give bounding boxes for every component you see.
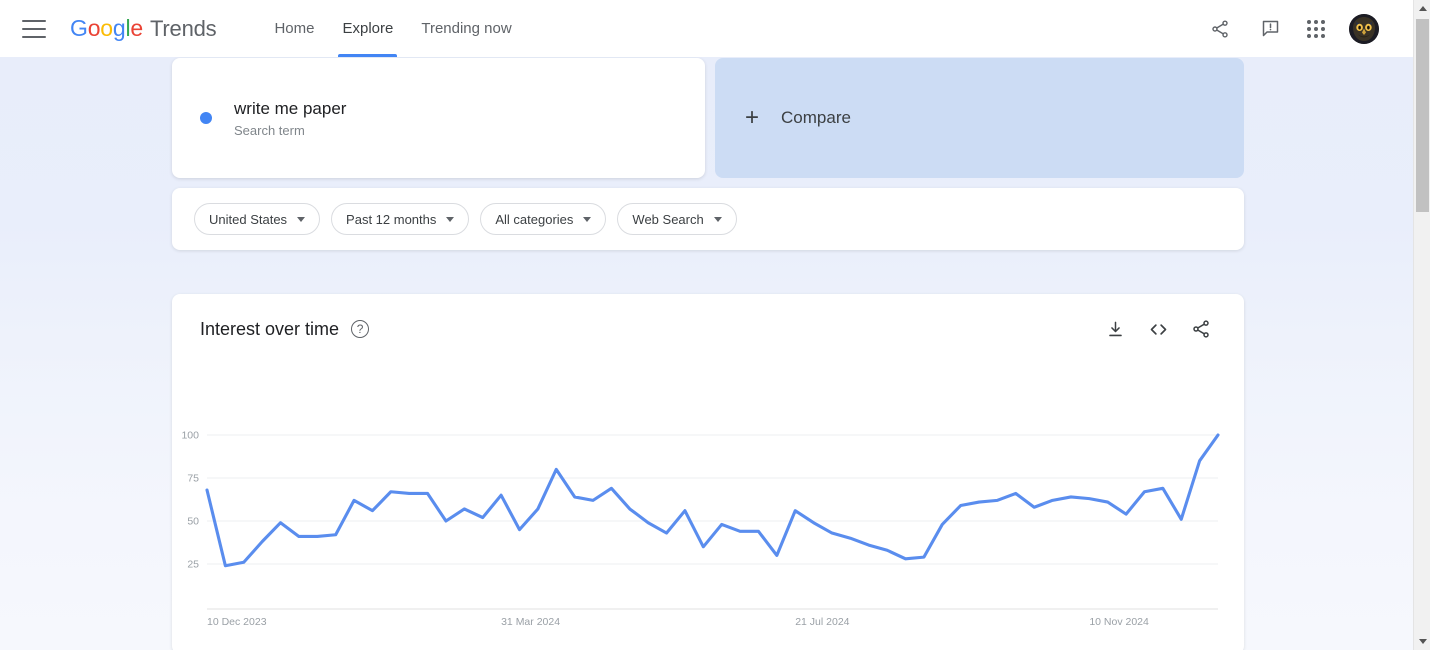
- feedback-icon[interactable]: [1257, 16, 1283, 42]
- chart-toolbar: [1104, 318, 1212, 340]
- top-navigation-bar: Google Trends Home Explore Trending now: [0, 0, 1413, 57]
- chevron-down-icon: [297, 216, 306, 222]
- x-axis-tick-label: 31 Mar 2024: [501, 616, 560, 628]
- x-axis-tick-label: 10 Dec 2023: [207, 616, 267, 628]
- chevron-down-icon: [583, 216, 592, 222]
- y-axis-tick-label: 75: [187, 473, 199, 485]
- y-axis-tick-label: 50: [187, 516, 199, 528]
- search-terms-row: write me paper Search term + Compare: [172, 58, 1244, 178]
- nav-item-home-label: Home: [274, 20, 315, 37]
- filter-time-range-label: Past 12 months: [346, 211, 437, 227]
- product-name: Trends: [150, 16, 217, 41]
- filter-category-label: All categories: [495, 211, 574, 227]
- google-trends-logo[interactable]: Google Trends: [70, 15, 217, 42]
- search-term-subtitle: Search term: [234, 122, 305, 138]
- chart-title: Interest over time: [200, 318, 340, 339]
- scroll-up-arrow[interactable]: [1414, 0, 1430, 17]
- hamburger-menu-icon[interactable]: [22, 19, 46, 38]
- search-term-card[interactable]: write me paper Search term: [172, 58, 705, 178]
- share-icon[interactable]: [1190, 318, 1212, 340]
- primary-nav: Home Explore Trending now: [260, 0, 525, 57]
- chart-plot-area[interactable]: 25 50 75 100 10 Dec 2023 31 Mar 2024 21 Jul 20…: [172, 394, 1244, 650]
- filter-time-range[interactable]: Past 12 months: [331, 203, 470, 235]
- filter-location-label: United States: [209, 211, 288, 227]
- compare-label: Compare: [781, 108, 851, 127]
- nav-item-trending-now-label: Trending now: [421, 20, 512, 37]
- account-avatar-owl[interactable]: [1349, 13, 1379, 44]
- google-apps-icon[interactable]: [1307, 19, 1325, 38]
- top-bar-actions: [1207, 13, 1379, 44]
- page-scrollbar[interactable]: [1413, 0, 1430, 650]
- filter-search-type[interactable]: Web Search: [617, 203, 737, 235]
- plus-icon: +: [745, 104, 760, 131]
- chevron-down-icon: [713, 216, 722, 222]
- interest-over-time-card: Interest over time ? 25 50 75 100 10 Dec…: [172, 294, 1244, 650]
- scroll-down-arrow[interactable]: [1414, 633, 1430, 650]
- x-axis-tick-label: 21 Jul 2024: [795, 616, 849, 628]
- x-axis-tick-label: 10 Nov 2024: [1089, 616, 1149, 628]
- chevron-down-icon: [446, 216, 455, 222]
- search-term-title: write me paper: [234, 98, 347, 118]
- help-icon[interactable]: ?: [351, 320, 370, 338]
- filter-category[interactable]: All categories: [480, 203, 607, 235]
- filters-bar: United States Past 12 months All categor…: [172, 188, 1244, 250]
- series-color-dot: [200, 112, 212, 124]
- scrollbar-thumb[interactable]: [1416, 19, 1429, 212]
- interest-over-time-line-chart[interactable]: 25 50 75 100 10 Dec 2023 31 Mar 2024 21 Jul 20…: [172, 394, 1244, 650]
- filter-location[interactable]: United States: [194, 203, 321, 235]
- y-axis-tick-label: 25: [187, 559, 199, 571]
- embed-code-icon[interactable]: [1147, 318, 1169, 340]
- filter-search-type-label: Web Search: [632, 211, 704, 227]
- series-line-write-me-paper[interactable]: [205, 433, 1220, 568]
- google-trends-page: Google Trends Home Explore Trending now: [0, 0, 1430, 650]
- share-icon[interactable]: [1207, 16, 1233, 42]
- compare-card[interactable]: + Compare: [715, 58, 1244, 178]
- nav-item-trending-now[interactable]: Trending now: [407, 0, 525, 57]
- nav-item-explore[interactable]: Explore: [328, 0, 407, 57]
- nav-item-home[interactable]: Home: [260, 0, 328, 57]
- nav-item-explore-label: Explore: [342, 20, 394, 37]
- chart-header: Interest over time ?: [172, 294, 1244, 340]
- y-axis-tick-label: 100: [181, 430, 199, 442]
- download-icon[interactable]: [1104, 318, 1126, 340]
